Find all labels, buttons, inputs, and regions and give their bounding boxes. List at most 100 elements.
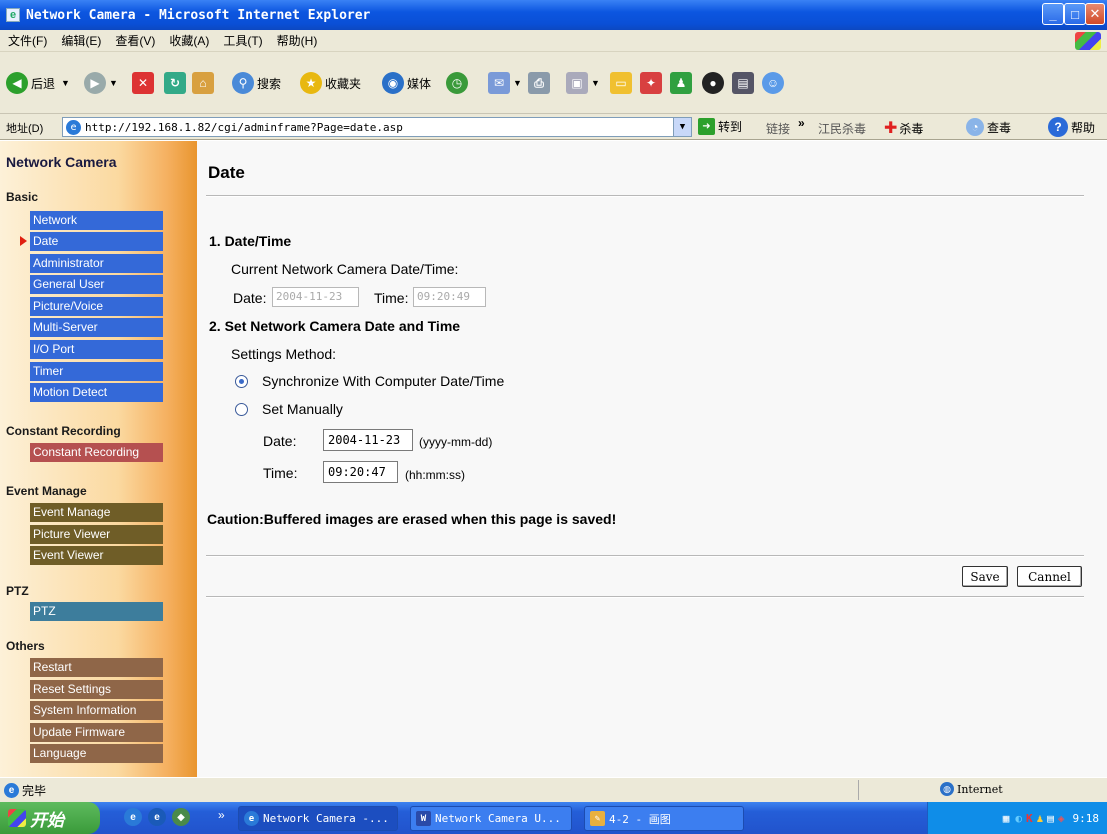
- start-label: 开始: [30, 810, 64, 830]
- discuss-button[interactable]: ✦: [640, 72, 665, 94]
- go-button[interactable]: ➜ 转到: [698, 118, 742, 135]
- sidebar-item-restart[interactable]: Restart: [30, 658, 163, 677]
- windows-logo-icon: [1075, 32, 1101, 50]
- sidebar-item-administrator[interactable]: Administrator: [30, 254, 163, 273]
- divider: [206, 596, 1084, 598]
- menu-tools[interactable]: 工具(T): [223, 32, 262, 49]
- sidebar: Network Camera Basic Network Date Admini…: [0, 141, 197, 777]
- quicklaunch-desktop-icon[interactable]: ◆: [172, 808, 190, 826]
- home-button[interactable]: ⌂: [192, 72, 217, 94]
- radio-set-manually[interactable]: [235, 403, 248, 416]
- messenger-button[interactable]: ♟: [670, 72, 695, 94]
- contacts-icon: ☺: [762, 72, 784, 94]
- sidebar-item-general-user[interactable]: General User: [30, 275, 163, 294]
- sidebar-item-update-firmware[interactable]: Update Firmware: [30, 723, 163, 742]
- address-dropdown-icon[interactable]: ▼: [673, 118, 691, 136]
- messenger-tray-icon[interactable]: ♟: [1037, 812, 1044, 825]
- quicklaunch-ie-icon[interactable]: e: [124, 808, 142, 826]
- history-button[interactable]: ◷: [446, 72, 471, 94]
- sidebar-item-io-port[interactable]: I/O Port: [30, 340, 163, 359]
- menu-file[interactable]: 文件(F): [8, 32, 47, 49]
- refresh-button[interactable]: ↻: [164, 72, 189, 94]
- option-synchronize-label[interactable]: Synchronize With Computer Date/Time: [262, 373, 504, 389]
- menu-favorites[interactable]: 收藏(A): [169, 32, 209, 49]
- close-button[interactable]: ✕: [1085, 3, 1105, 25]
- sidebar-item-system-information[interactable]: System Information: [30, 701, 163, 720]
- research-button[interactable]: ▤: [732, 72, 757, 94]
- back-label: 后退: [31, 76, 56, 91]
- contacts-button[interactable]: ☺: [762, 72, 787, 94]
- chevron-right-icon[interactable]: »: [798, 116, 805, 130]
- set-date-input[interactable]: 2004-11-23: [323, 429, 413, 451]
- start-button[interactable]: 开始: [0, 802, 100, 834]
- section-set-date-time: 2. Set Network Camera Date and Time: [209, 318, 461, 334]
- task-network-camera-ie[interactable]: e Network Camera -...: [238, 806, 398, 831]
- display-tray-icon[interactable]: ▤: [1047, 812, 1054, 825]
- edit-button[interactable]: ▣ ▼: [566, 72, 600, 94]
- task-paint[interactable]: ✎ 4-2 - 画图: [584, 806, 744, 831]
- sidebar-item-constant-recording[interactable]: Constant Recording: [30, 443, 163, 462]
- antivirus-tray-icon[interactable]: K: [1026, 812, 1033, 825]
- current-date-label: Date:: [233, 290, 267, 306]
- sidebar-item-reset-settings[interactable]: Reset Settings: [30, 680, 163, 699]
- windows-flag-icon: [8, 809, 26, 827]
- cancel-button[interactable]: Cannel: [1017, 566, 1082, 587]
- set-time-input[interactable]: 09:20:47: [323, 461, 398, 483]
- folder-button[interactable]: ▭: [610, 72, 635, 94]
- links-label[interactable]: 链接: [766, 120, 790, 137]
- sidebar-item-ptz[interactable]: PTZ: [30, 602, 163, 621]
- sidebar-item-timer[interactable]: Timer: [30, 362, 163, 381]
- scan-label: 查毒: [987, 120, 1012, 135]
- back-button[interactable]: ◀ 后退 ▼: [6, 72, 70, 94]
- antivirus-button[interactable]: ✚ 杀毒: [884, 118, 923, 138]
- home-icon: ⌂: [192, 72, 214, 94]
- dropdown-icon: ▼: [591, 78, 600, 88]
- save-button[interactable]: Save: [962, 566, 1008, 587]
- ie-task-icon: e: [244, 811, 259, 826]
- search-button[interactable]: ⚲ 搜索: [232, 72, 281, 94]
- option-set-manually-label[interactable]: Set Manually: [262, 401, 343, 417]
- menu-edit[interactable]: 编辑(E): [61, 32, 101, 49]
- quicklaunch-ie2-icon[interactable]: e: [148, 808, 166, 826]
- forward-button[interactable]: ▶ ▼: [84, 72, 118, 94]
- sidebar-title: Network Camera: [6, 154, 117, 170]
- sidebar-item-event-viewer[interactable]: Event Viewer: [30, 546, 163, 565]
- sidebar-item-picture-voice[interactable]: Picture/Voice: [30, 297, 163, 316]
- media-button[interactable]: ◉ 媒体: [382, 72, 431, 94]
- search-label: 搜索: [257, 76, 282, 91]
- chevron-right-icon[interactable]: »: [218, 808, 225, 822]
- radio-synchronize[interactable]: [235, 375, 248, 388]
- divider: [206, 195, 1084, 197]
- sidebar-item-date[interactable]: Date: [30, 232, 163, 251]
- sidebar-item-event-manage[interactable]: Event Manage: [30, 503, 163, 522]
- sidebar-item-motion-detect[interactable]: Motion Detect: [30, 383, 163, 402]
- window-titlebar[interactable]: e Network Camera - Microsoft Internet Ex…: [0, 0, 1107, 30]
- print-button[interactable]: ⎙: [528, 72, 553, 94]
- sidebar-item-multi-server[interactable]: Multi-Server: [30, 318, 163, 337]
- volume-tray-icon[interactable]: ◈: [1058, 812, 1065, 825]
- keyboard-icon[interactable]: ▦: [1003, 812, 1010, 825]
- sidebar-item-language[interactable]: Language: [30, 744, 163, 763]
- address-input[interactable]: e http://192.168.1.82/cgi/adminframe?Pag…: [62, 117, 692, 137]
- go-arrow-icon: ➜: [698, 118, 715, 135]
- stop-button[interactable]: ✕: [132, 72, 157, 94]
- scan-button[interactable]: ◔ 查毒: [966, 118, 1011, 136]
- set-time-label: Time:: [263, 465, 298, 481]
- help-button[interactable]: ? 帮助: [1048, 117, 1095, 137]
- maximize-button[interactable]: □: [1064, 3, 1086, 25]
- sidebar-item-network[interactable]: Network: [30, 211, 163, 230]
- menu-help[interactable]: 帮助(H): [277, 32, 318, 49]
- menu-view[interactable]: 查看(V): [115, 32, 155, 49]
- network-icon[interactable]: ◐: [1015, 812, 1022, 825]
- sidebar-item-picture-viewer[interactable]: Picture Viewer: [30, 525, 163, 544]
- ie-page-icon: e: [66, 120, 81, 135]
- clock[interactable]: 9:18: [1073, 812, 1100, 825]
- favorites-button[interactable]: ★ 收藏夹: [300, 72, 361, 94]
- jiangmin-link[interactable]: 江民杀毒: [818, 120, 866, 137]
- window-title: Network Camera - Microsoft Internet Expl…: [26, 7, 371, 23]
- task-network-camera-word[interactable]: W Network Camera U...: [410, 806, 572, 831]
- mail-button[interactable]: ✉ ▼: [488, 72, 522, 94]
- qq-button[interactable]: ●: [702, 72, 727, 94]
- minimize-button[interactable]: _: [1042, 3, 1064, 25]
- current-date-time-label: Current Network Camera Date/Time:: [231, 261, 459, 277]
